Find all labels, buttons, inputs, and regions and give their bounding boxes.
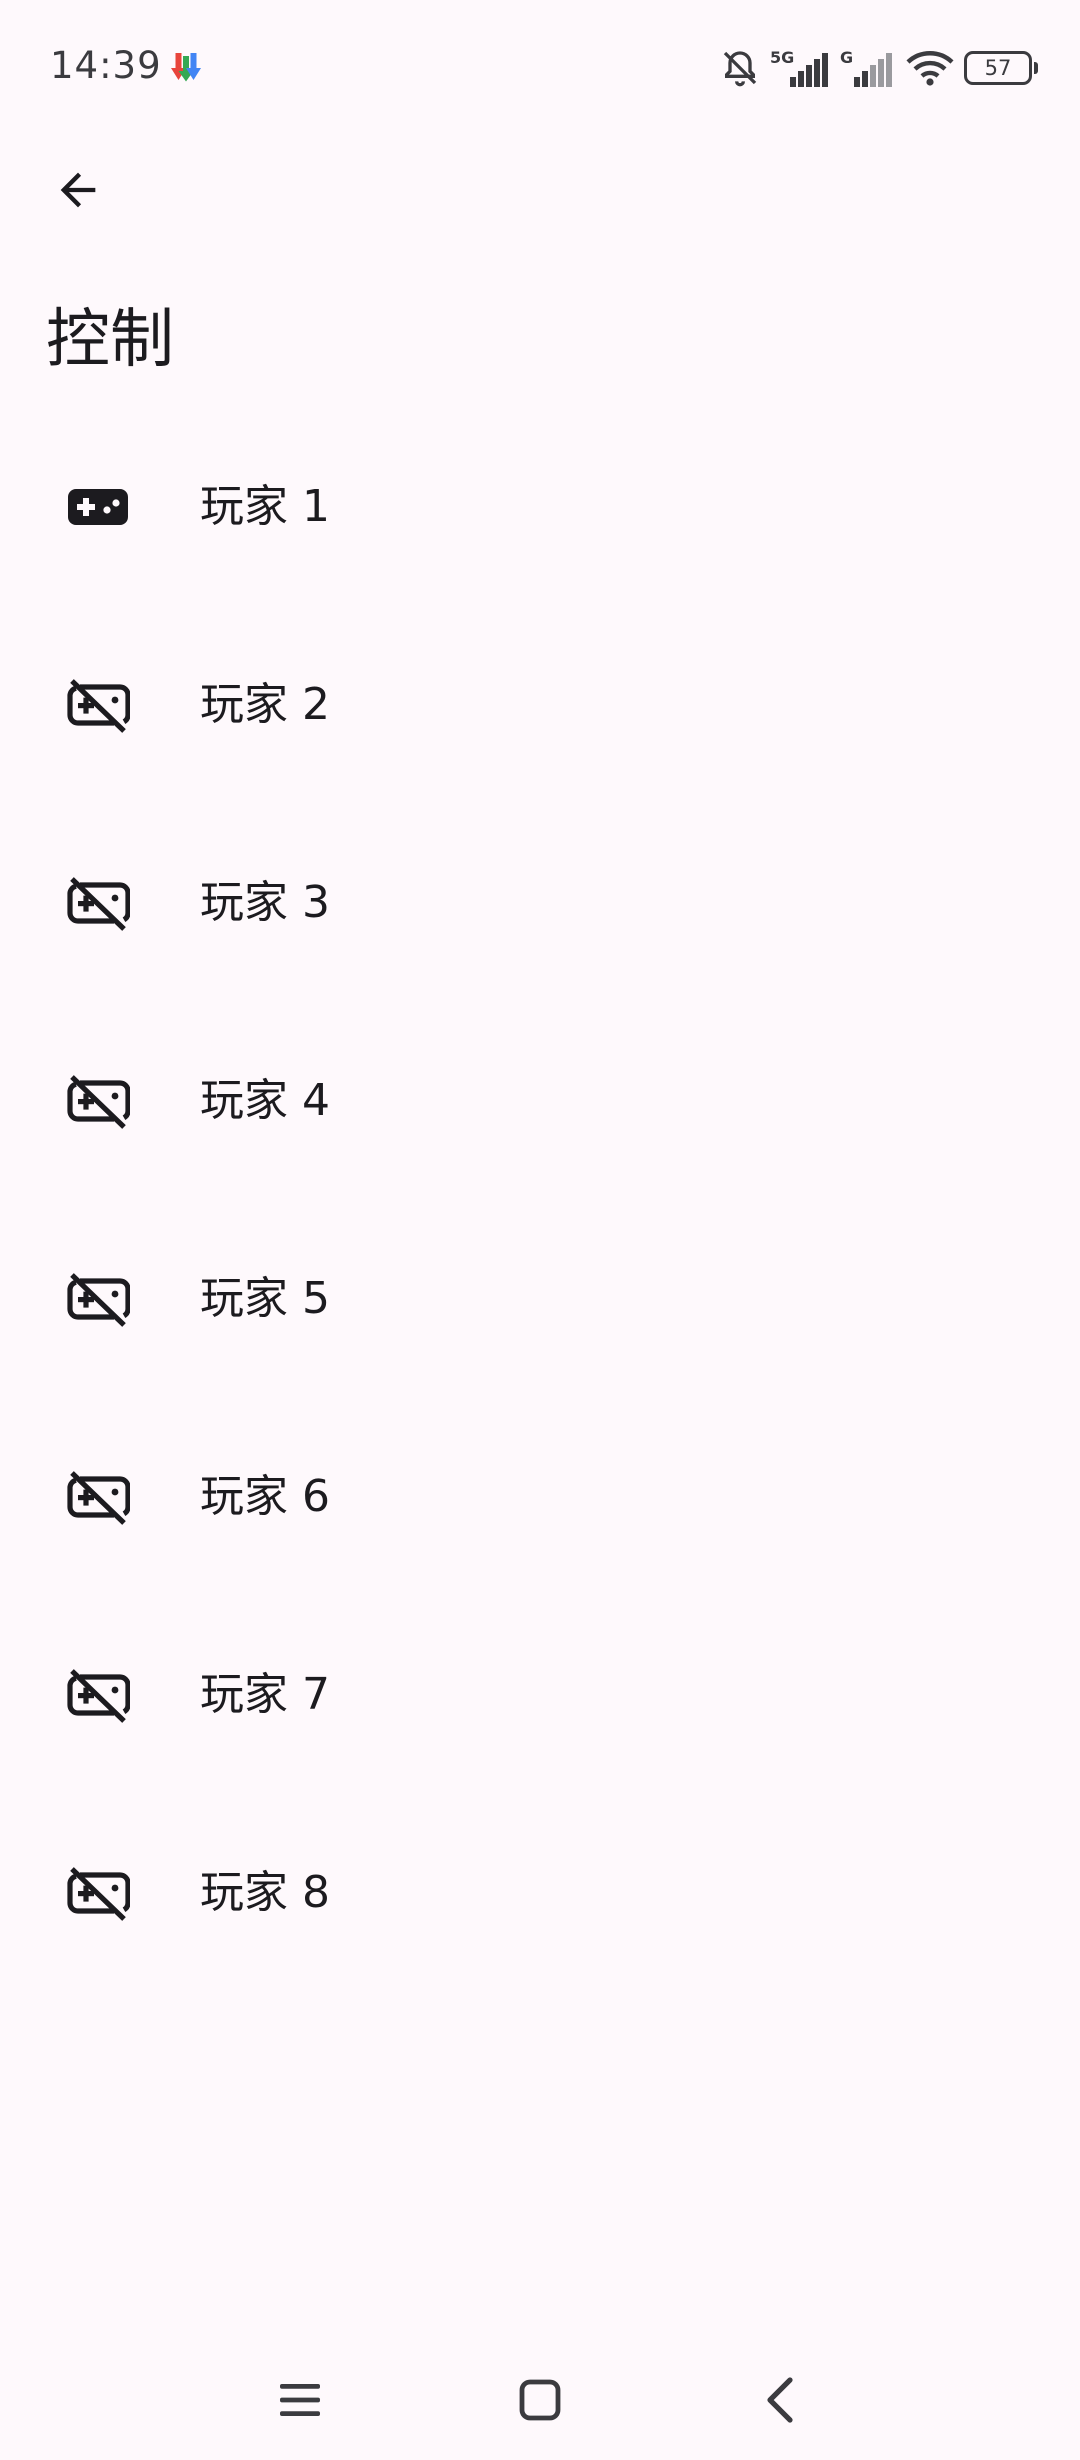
gamepad-off-icon bbox=[67, 877, 130, 931]
player-item-8[interactable]: 玩家 8 bbox=[0, 1794, 1080, 1992]
navigation-bar bbox=[0, 2340, 1080, 2460]
wifi-icon bbox=[906, 51, 954, 86]
status-time: 14:39 bbox=[50, 44, 162, 87]
home-icon bbox=[519, 2379, 561, 2421]
bell-off-icon bbox=[723, 51, 757, 87]
player-label: 玩家 8 bbox=[200, 1867, 330, 1918]
gamepad-off-icon bbox=[67, 1075, 130, 1129]
gamepad-off-icon bbox=[67, 1867, 130, 1921]
player-item-7[interactable]: 玩家 7 bbox=[0, 1596, 1080, 1794]
signal-g-icon: G bbox=[840, 48, 892, 87]
svg-text:G: G bbox=[840, 48, 853, 67]
page-title: 控制 bbox=[46, 303, 174, 377]
player-item-6[interactable]: 玩家 6 bbox=[0, 1398, 1080, 1596]
gamepad-off-icon bbox=[67, 1273, 130, 1327]
player-list: 玩家 1 玩家 2 玩家 3 玩家 4 玩家 5 玩家 6 玩家 7 玩家 8 bbox=[0, 408, 1080, 1992]
back-button[interactable] bbox=[34, 146, 122, 234]
status-bar: 14:39 5G G 57 bbox=[0, 0, 1080, 135]
player-item-3[interactable]: 玩家 3 bbox=[0, 804, 1080, 1002]
signal-5g-icon: 5G bbox=[770, 48, 828, 87]
recents-button[interactable] bbox=[240, 2340, 360, 2460]
player-item-5[interactable]: 玩家 5 bbox=[0, 1200, 1080, 1398]
player-label: 玩家 2 bbox=[200, 679, 330, 730]
player-item-4[interactable]: 玩家 4 bbox=[0, 1002, 1080, 1200]
gamepad-icon bbox=[68, 489, 128, 525]
gamepad-off-icon bbox=[67, 1471, 130, 1525]
nav-back-button[interactable] bbox=[720, 2340, 840, 2460]
menu-icon bbox=[280, 2384, 320, 2416]
player-label: 玩家 3 bbox=[200, 877, 330, 928]
player-label: 玩家 1 bbox=[200, 481, 330, 532]
battery-icon: 57 bbox=[964, 51, 1038, 85]
player-label: 玩家 5 bbox=[200, 1273, 330, 1324]
player-label: 玩家 7 bbox=[200, 1669, 330, 1720]
status-icons: 5G G 57 bbox=[710, 44, 1038, 92]
battery-level: 57 bbox=[984, 56, 1012, 80]
gamepad-off-icon bbox=[67, 1669, 130, 1723]
player-item-1[interactable]: 玩家 1 bbox=[0, 408, 1080, 606]
download-icon bbox=[171, 53, 201, 82]
svg-text:5G: 5G bbox=[770, 48, 794, 67]
player-label: 玩家 6 bbox=[200, 1471, 330, 1522]
gamepad-off-icon bbox=[67, 679, 130, 733]
arrow-left-icon bbox=[60, 172, 96, 208]
player-label: 玩家 4 bbox=[200, 1075, 330, 1126]
player-item-2[interactable]: 玩家 2 bbox=[0, 606, 1080, 804]
back-icon bbox=[767, 2377, 793, 2423]
home-button[interactable] bbox=[480, 2340, 600, 2460]
